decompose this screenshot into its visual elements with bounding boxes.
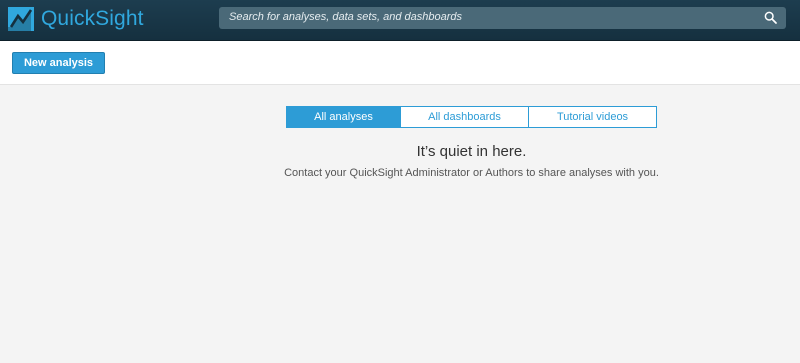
action-bar: New analysis: [0, 41, 800, 85]
quicksight-logo-icon[interactable]: [8, 7, 34, 31]
empty-state-title: It’s quiet in here.: [416, 143, 527, 160]
tab-all-analyses[interactable]: All analyses: [286, 106, 401, 128]
brand-name[interactable]: QuickSight: [41, 7, 144, 31]
top-navigation-bar: QuickSight Search for analyses, data set…: [0, 0, 800, 41]
tab-all-dashboards[interactable]: All dashboards: [401, 106, 529, 128]
empty-state-message: Contact your QuickSight Administrator or…: [284, 167, 659, 179]
new-analysis-button[interactable]: New analysis: [12, 52, 105, 74]
search-input[interactable]: Search for analyses, data sets, and dash…: [219, 7, 786, 29]
search-placeholder: Search for analyses, data sets, and dash…: [229, 11, 462, 23]
tab-tutorial-videos[interactable]: Tutorial videos: [529, 106, 657, 128]
search-icon[interactable]: [764, 11, 777, 24]
content-tabs: All analyses All dashboards Tutorial vid…: [286, 106, 657, 128]
